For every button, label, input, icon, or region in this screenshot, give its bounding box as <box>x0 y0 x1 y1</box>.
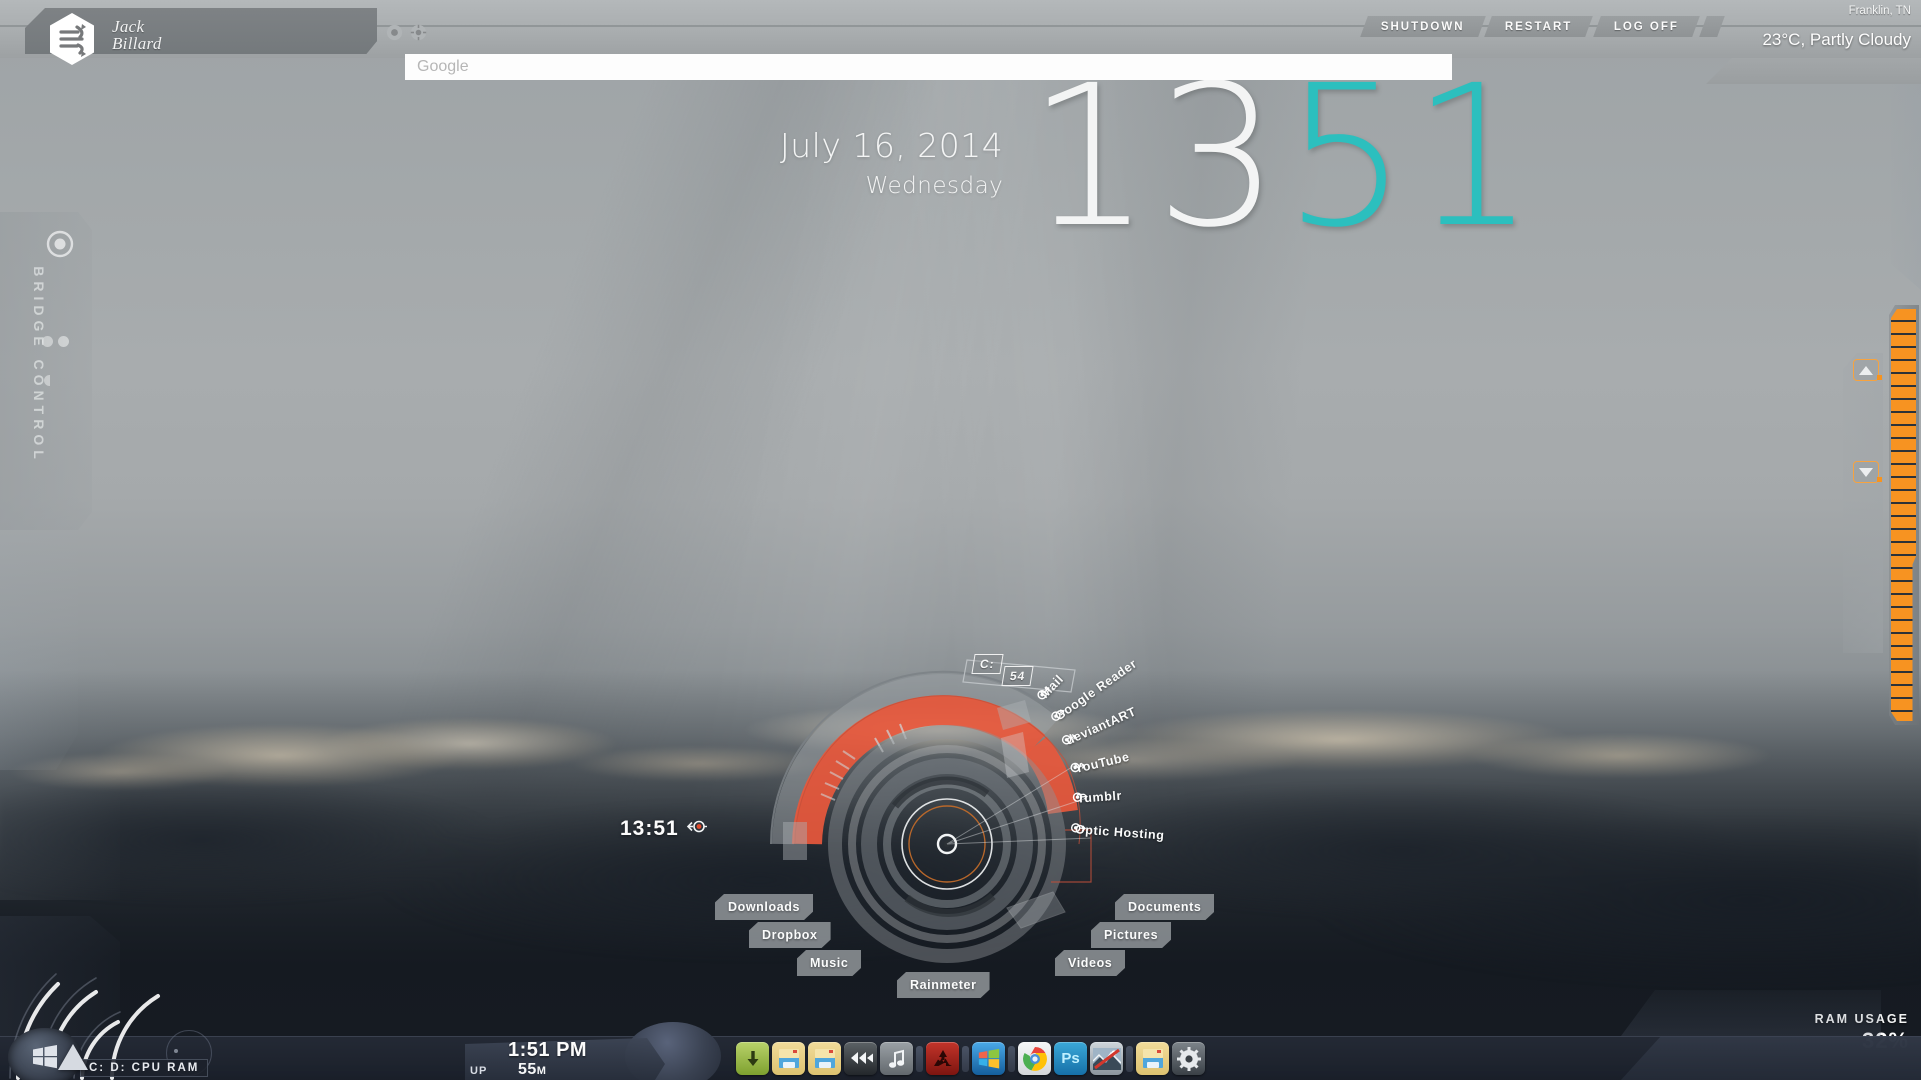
right-bar-segments <box>1891 309 1916 721</box>
logoff-label: LOG OFF <box>1613 20 1679 33</box>
triangle-up-icon <box>1859 365 1873 375</box>
folder-icon[interactable] <box>772 1042 805 1075</box>
folder-button-downloads[interactable]: Downloads <box>715 894 813 920</box>
taskbar-time: 1:51 PM <box>508 1039 588 1061</box>
system-gauges-label: C: D: CPU RAM <box>80 1059 209 1077</box>
tray-separator <box>916 1045 923 1072</box>
dock-folders-group: Downloads Documents Dropbox Pictures Music Vi… <box>735 630 1215 1030</box>
search-input[interactable] <box>405 54 1452 80</box>
triangle-up-icon[interactable] <box>58 1044 88 1070</box>
clock-time: 1351 <box>1027 59 1539 254</box>
right-frame-strip <box>1891 80 1921 290</box>
tray-separator <box>1008 1045 1015 1072</box>
folder-icon[interactable] <box>808 1042 841 1075</box>
date-block: July 16, 2014 Wednesday <box>780 68 1027 199</box>
button-accent-dot <box>1877 477 1882 482</box>
chrome-icon[interactable] <box>1018 1042 1051 1075</box>
taskbar-right-panel <box>1621 990 1881 1036</box>
bridge-control-panel[interactable]: BRIDGE CONTROL <box>0 212 100 562</box>
left-frame-strip-lower <box>0 640 120 900</box>
folder-button-rainmeter[interactable]: Rainmeter <box>897 972 990 998</box>
bridge-control-label: BRIDGE CONTROL <box>31 266 47 464</box>
restart-button[interactable]: RESTART <box>1484 16 1594 37</box>
scroll-up-button[interactable] <box>1853 359 1882 381</box>
button-accent-dot <box>1877 375 1882 380</box>
restart-label: RESTART <box>1505 20 1573 33</box>
folder-button-dropbox[interactable]: Dropbox <box>749 922 831 948</box>
logoff-button[interactable]: LOG OFF <box>1593 16 1700 37</box>
taskbar-right-shape <box>1621 1036 1921 1080</box>
hexagon-wind-icon <box>48 12 96 66</box>
right-panel-backing <box>1843 353 1883 653</box>
user-name: Jack Billard <box>112 18 162 52</box>
clock-widget: July 16, 2014 Wednesday 1351 <box>780 59 1540 254</box>
scroll-down-button[interactable] <box>1853 461 1882 483</box>
uptime-number: 55 <box>518 1061 537 1078</box>
topbar-mini-icon-group <box>386 24 427 41</box>
photoshop-label: Ps <box>1061 1050 1080 1067</box>
folder-button-pictures[interactable]: Pictures <box>1091 922 1171 948</box>
video-player-icon[interactable] <box>844 1042 877 1075</box>
crosshair-icon[interactable] <box>410 24 427 41</box>
rainmeter-circular-dock: C: 54 Mail Google Reader deviantART YouT… <box>735 630 1215 1030</box>
target-circle-icon <box>46 230 74 258</box>
uptime-unit: M <box>536 1065 547 1077</box>
mini-clock-widget: 13:51 <box>620 817 708 841</box>
clock-date: July 16, 2014 <box>780 126 1004 165</box>
tray-separator <box>1126 1045 1133 1072</box>
clock-weekday: Wednesday <box>865 173 1004 199</box>
weather-widget[interactable]: Franklin, TN 23°C, Partly Cloudy <box>1762 0 1915 50</box>
mini-clock-time: 13:51 <box>620 817 679 840</box>
topbar-accent-right-lower <box>1706 58 1921 84</box>
power-controls: SHUTDOWN RESTART LOG OFF <box>1357 16 1725 37</box>
settings-gear-icon[interactable] <box>1172 1042 1205 1075</box>
shutdown-label: SHUTDOWN <box>1380 20 1465 33</box>
ring-icon[interactable] <box>386 24 403 41</box>
image-editor-icon[interactable] <box>1090 1042 1123 1075</box>
user-last-name: Billard <box>112 34 162 53</box>
right-side-panel <box>1833 305 1921 725</box>
uptime-value: 55M <box>518 1061 546 1079</box>
folder-button-videos[interactable]: Videos <box>1055 950 1125 976</box>
weather-condition: 23°C, Partly Cloudy <box>1762 30 1911 49</box>
triangle-down-icon <box>1859 467 1873 477</box>
folder-icon[interactable] <box>1136 1042 1169 1075</box>
windows-logo-icon <box>33 1045 57 1069</box>
downloads-icon[interactable] <box>736 1042 769 1075</box>
folder-button-documents[interactable]: Documents <box>1115 894 1214 920</box>
photoshop-icon[interactable]: Ps <box>1054 1042 1087 1075</box>
recycle-bin-icon[interactable] <box>926 1042 959 1075</box>
target-arrow-left-icon <box>686 820 708 838</box>
user-first-name: Jack <box>112 17 145 36</box>
windows-logo-icon[interactable] <box>972 1042 1005 1075</box>
power-bar-tail <box>1699 16 1725 37</box>
search-bar-wrapper <box>405 54 1452 80</box>
weather-location: Franklin, TN <box>1848 5 1911 17</box>
shutdown-button[interactable]: SHUTDOWN <box>1359 16 1486 37</box>
folder-button-music[interactable]: Music <box>797 950 861 976</box>
tray-separator <box>962 1045 969 1072</box>
music-note-icon[interactable] <box>880 1042 913 1075</box>
uptime-label: UP <box>470 1065 488 1077</box>
taskbar-tray: Ps <box>736 1042 1205 1075</box>
desktop-screen: Jack Billard SHUTDOWN <box>0 0 1921 1080</box>
